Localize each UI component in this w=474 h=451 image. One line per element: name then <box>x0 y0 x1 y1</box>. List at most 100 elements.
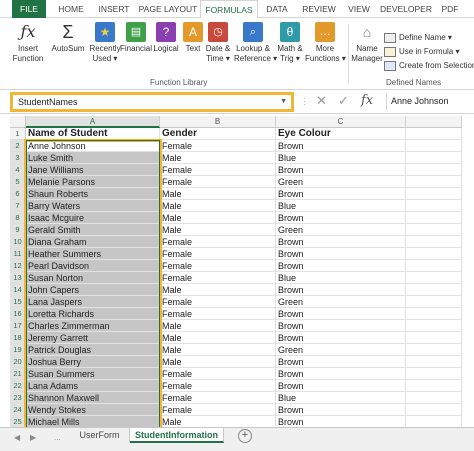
more-sheets-left[interactable]: ... <box>54 433 61 442</box>
cell-a[interactable]: John Capers <box>26 284 160 296</box>
row-header[interactable]: 3 <box>10 152 26 164</box>
cell-a[interactable]: Susan Summers <box>26 368 160 380</box>
more-functions-button[interactable]: … More Functions ▾ <box>305 22 346 64</box>
cell-c[interactable]: Brown <box>276 212 406 224</box>
tab-view[interactable]: VIEW <box>342 0 376 18</box>
cell-b[interactable]: Female <box>160 236 276 248</box>
row-header[interactable]: 19 <box>10 344 26 356</box>
prev-sheet-icon[interactable]: ◀ <box>14 433 20 442</box>
cell-b[interactable]: Female <box>160 380 276 392</box>
cell-c[interactable]: Brown <box>276 320 406 332</box>
cell-a[interactable]: Loretta Richards <box>26 308 160 320</box>
cell-d[interactable] <box>406 344 462 356</box>
cell-d[interactable] <box>406 152 462 164</box>
cell-d[interactable] <box>406 296 462 308</box>
cell-a[interactable]: Pearl Davidson <box>26 260 160 272</box>
sheet-tab-studentinformation[interactable]: StudentInformation <box>130 428 224 443</box>
row-header[interactable]: 15 <box>10 296 26 308</box>
column-header-c[interactable]: C <box>276 116 406 128</box>
formula-input[interactable]: Anne Johnson <box>386 93 474 110</box>
cell-d[interactable] <box>406 176 462 188</box>
cell-c[interactable]: Brown <box>276 236 406 248</box>
cell-b[interactable]: Male <box>160 200 276 212</box>
cell-a[interactable]: Isaac Mcguire <box>26 212 160 224</box>
cell-d[interactable] <box>406 380 462 392</box>
cell-d[interactable] <box>406 260 462 272</box>
cell-a[interactable]: Lana Adams <box>26 380 160 392</box>
tab-review[interactable]: REVIEW <box>298 0 340 18</box>
cell-a[interactable]: Susan Norton <box>26 272 160 284</box>
cell-a[interactable]: Shaun Roberts <box>26 188 160 200</box>
cell-c[interactable]: Blue <box>276 152 406 164</box>
cell-d[interactable] <box>406 200 462 212</box>
cell-c[interactable]: Eye Colour <box>276 128 406 140</box>
lookup-reference-button[interactable]: ⌕ Lookup & Reference ▾ <box>234 22 277 64</box>
tab-pdf[interactable]: PDF <box>436 0 464 18</box>
sheet-tab-userform[interactable]: UserForm <box>70 428 130 443</box>
cell-c[interactable]: Brown <box>276 164 406 176</box>
cell-a[interactable]: Wendy Stokes <box>26 404 160 416</box>
row-header[interactable]: 24 <box>10 404 26 416</box>
enter-check-icon[interactable]: ✓ <box>338 93 349 109</box>
add-sheet-icon[interactable]: + <box>238 429 252 443</box>
cell-d[interactable] <box>406 188 462 200</box>
cell-b[interactable]: Female <box>160 296 276 308</box>
tab-home[interactable]: HOME <box>52 0 90 18</box>
cell-a[interactable]: Melanie Parsons <box>26 176 160 188</box>
cell-b[interactable]: Female <box>160 368 276 380</box>
cell-c[interactable]: Green <box>276 176 406 188</box>
cell-d[interactable] <box>406 140 462 152</box>
cell-b[interactable]: Female <box>160 140 276 152</box>
recently-used-button[interactable]: ★ Recently Used ▾ <box>88 22 122 64</box>
cell-b[interactable]: Gender <box>160 128 276 140</box>
column-header-b[interactable]: B <box>160 116 276 128</box>
row-header[interactable]: 20 <box>10 356 26 368</box>
cell-a[interactable]: Jeremy Garrett <box>26 332 160 344</box>
cell-a[interactable]: Lana Jaspers <box>26 296 160 308</box>
cell-d[interactable] <box>406 212 462 224</box>
cell-b[interactable]: Male <box>160 320 276 332</box>
tab-formulas[interactable]: FORMULAS <box>200 0 258 19</box>
cell-b[interactable]: Female <box>160 392 276 404</box>
cell-a[interactable]: Joshua Berry <box>26 356 160 368</box>
logical-button[interactable]: ? Logical <box>153 22 179 54</box>
row-header[interactable]: 4 <box>10 164 26 176</box>
cell-c[interactable]: Brown <box>276 368 406 380</box>
row-header[interactable]: 5 <box>10 176 26 188</box>
column-header-a[interactable]: A <box>26 116 160 128</box>
column-header-d[interactable] <box>406 116 462 128</box>
cell-b[interactable]: Female <box>160 248 276 260</box>
cell-a[interactable]: Name of Student <box>26 128 160 140</box>
row-header[interactable]: 18 <box>10 332 26 344</box>
cell-d[interactable] <box>406 164 462 176</box>
row-header[interactable]: 2 <box>10 140 26 152</box>
cell-a[interactable]: Charles Zimmerman <box>26 320 160 332</box>
insert-function-fx-icon[interactable]: fx <box>361 93 373 108</box>
cell-c[interactable]: Brown <box>276 284 406 296</box>
autosum-button[interactable]: Σ AutoSum <box>50 22 86 54</box>
row-header[interactable]: 8 <box>10 212 26 224</box>
cell-b[interactable]: Male <box>160 212 276 224</box>
insert-function-button[interactable]: ƒx Insert Function <box>10 22 46 64</box>
chevron-down-icon[interactable]: ▼ <box>280 95 287 109</box>
cell-c[interactable]: Blue <box>276 200 406 212</box>
cell-b[interactable]: Male <box>160 344 276 356</box>
cell-b[interactable]: Female <box>160 308 276 320</box>
cell-b[interactable]: Male <box>160 152 276 164</box>
use-in-formula-button[interactable]: Use in Formula ▾ <box>384 46 459 58</box>
cell-a[interactable]: Diana Graham <box>26 236 160 248</box>
cancel-icon[interactable]: ✕ <box>316 93 327 109</box>
row-header[interactable]: 16 <box>10 308 26 320</box>
cell-c[interactable]: Brown <box>276 404 406 416</box>
cell-a[interactable]: Heather Summers <box>26 248 160 260</box>
row-header[interactable]: 21 <box>10 368 26 380</box>
math-trig-button[interactable]: θ Math & Trig ▾ <box>276 22 304 64</box>
cell-d[interactable] <box>406 284 462 296</box>
cell-a[interactable]: Patrick Douglas <box>26 344 160 356</box>
row-header[interactable]: 12 <box>10 260 26 272</box>
tab-insert[interactable]: INSERT <box>92 0 136 18</box>
cell-d[interactable] <box>406 320 462 332</box>
cell-c[interactable]: Green <box>276 344 406 356</box>
cell-a[interactable]: Anne Johnson <box>26 140 160 152</box>
tab-page-layout[interactable]: PAGE LAYOUT <box>138 0 198 18</box>
